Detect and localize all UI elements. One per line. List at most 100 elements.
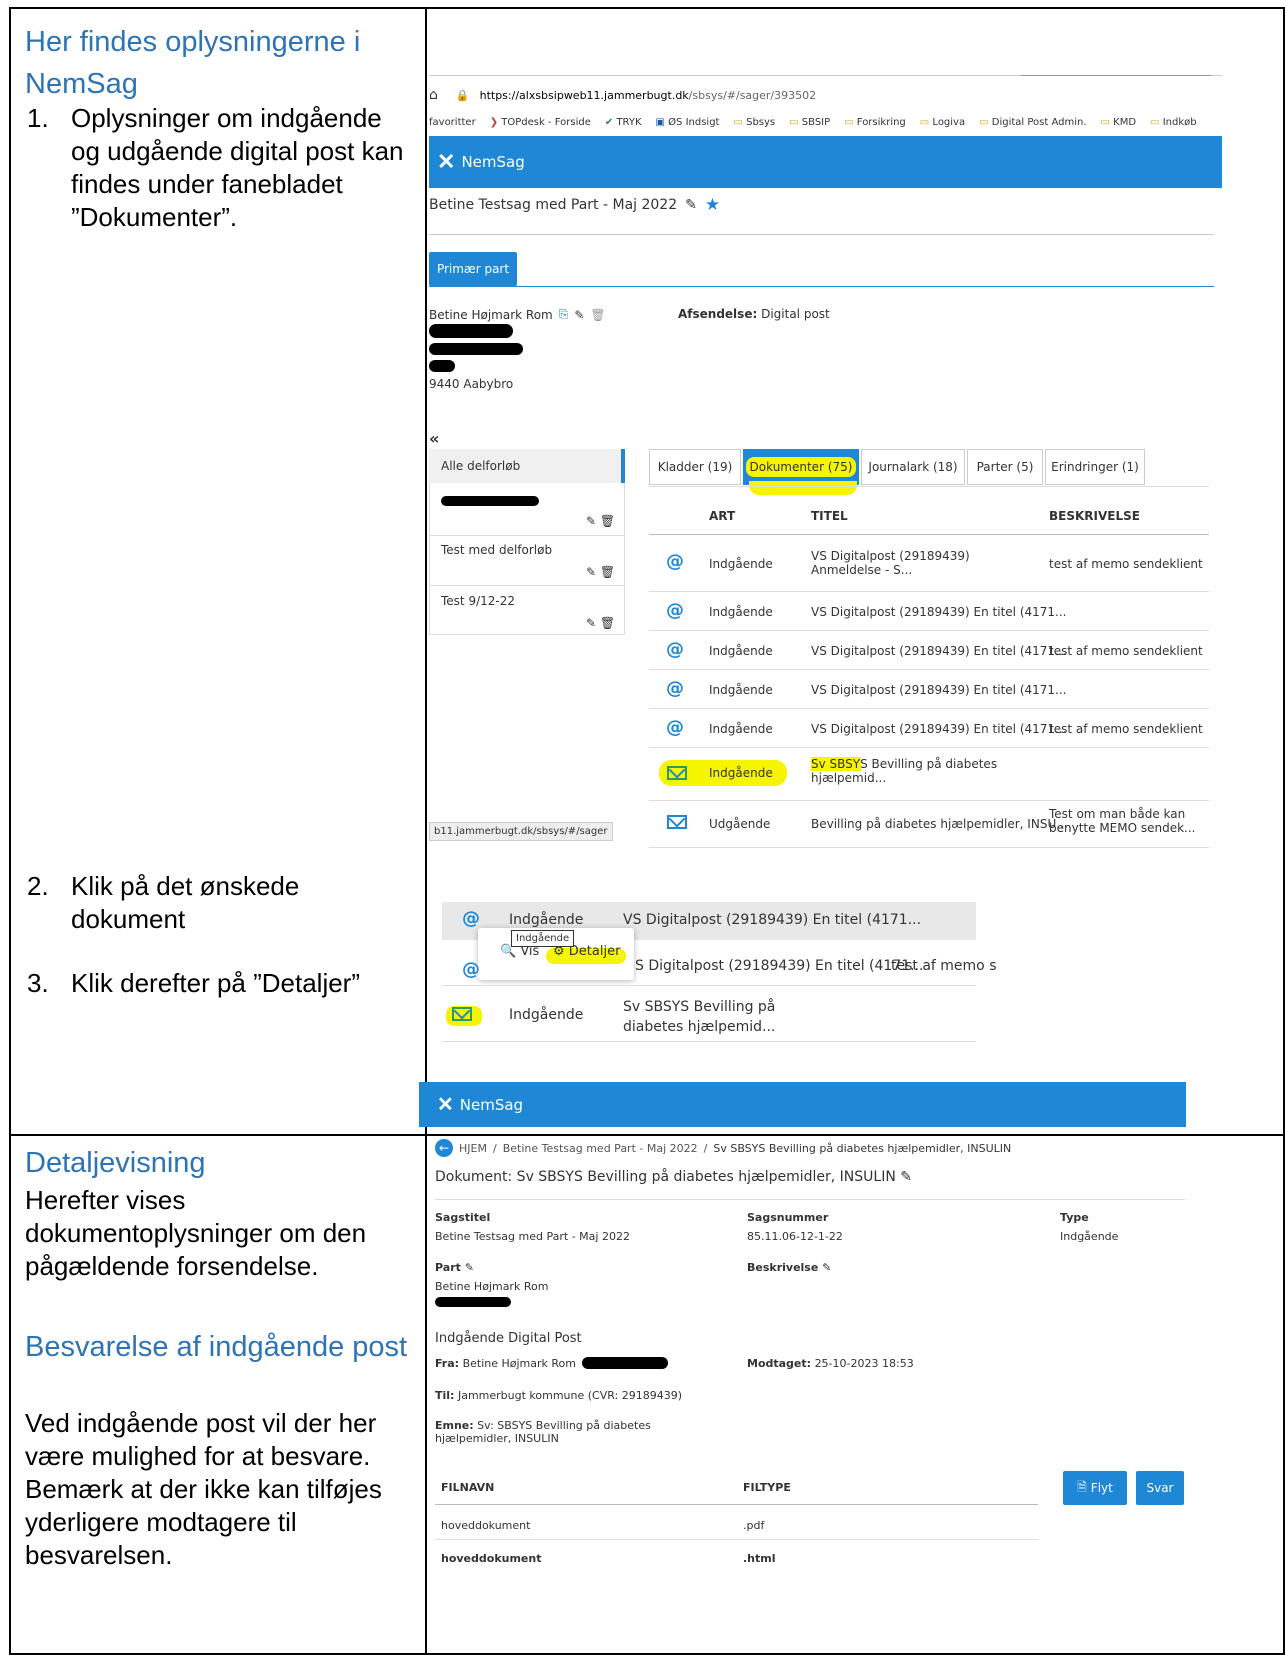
back-icon[interactable]: ← xyxy=(435,1139,453,1157)
table-row[interactable]: @ Indgående VS Digitalpost (29189439) En… xyxy=(649,709,1209,747)
tab-journalark[interactable]: Journalark (18) xyxy=(861,449,965,485)
received-row: Modtaget: 25-10-2023 18:53 xyxy=(747,1357,914,1370)
field-label: Sagstitel xyxy=(435,1211,491,1224)
row-title: Sv SBSYS Bevilling på diabetes hjælpemid… xyxy=(811,757,998,785)
nemsag-logo-icon: ✕ xyxy=(437,1094,454,1116)
row-art: Udgående xyxy=(709,817,771,831)
row-title: VS Digitalpost (29189439) En titel (4171… xyxy=(811,605,1067,619)
section-heading-reply: Besvarelse af indgående post xyxy=(25,1331,408,1363)
row-art: Indgående xyxy=(709,766,773,780)
post-heading: Indgående Digital Post xyxy=(435,1331,582,1346)
table-row[interactable]: Indgående Sv SBSYS Bevilling på diabetes… xyxy=(649,748,1209,800)
section-heading-detail: Detaljevisning xyxy=(25,1147,206,1179)
subflow-actions[interactable]: ✎ 🗑 xyxy=(586,616,615,630)
subject-row: Emne: Sv: SBSYS Bevilling på diabetes hj… xyxy=(435,1419,651,1445)
tab-bar: Kladder (19) Dokumenter (75) Journalark … xyxy=(649,449,1209,485)
favorite-item[interactable]: ▭ Logiva xyxy=(920,117,965,128)
trash-icon[interactable]: 🗑 xyxy=(590,308,605,322)
favorite-item[interactable]: ▭ Digital Post Admin. xyxy=(979,117,1086,128)
row-divider xyxy=(11,1134,1283,1136)
pencil-icon[interactable]: ✎ xyxy=(574,308,584,322)
subflow-item[interactable]: Alle delforløb xyxy=(429,449,625,483)
field-label: Sagsnummer xyxy=(747,1211,829,1224)
section-text: Herefter vises dokumentoplysninger om de… xyxy=(25,1185,367,1281)
column-divider xyxy=(425,9,427,1653)
favorite-item[interactable]: ▭ SBSIP xyxy=(789,117,830,128)
dispatch-value: Digital post xyxy=(761,307,830,321)
favorite-item[interactable]: ❯ TOPdesk - Forside xyxy=(490,117,591,128)
tab-erindringer[interactable]: Erindringer (1) xyxy=(1045,449,1145,485)
star-icon[interactable]: ★ xyxy=(705,195,720,215)
favorite-item[interactable]: ▭ Indkøb xyxy=(1150,117,1197,128)
move-button[interactable]: 🗎 Flyt xyxy=(1063,1471,1127,1505)
home-icon[interactable]: ⌂ xyxy=(429,87,438,103)
field-value: Betine Testsag med Part - Maj 2022 xyxy=(435,1230,630,1243)
tab-parter[interactable]: Parter (5) xyxy=(967,449,1043,485)
at-icon: @ xyxy=(666,717,684,738)
subflow-item[interactable]: Test med delforløb xyxy=(441,543,552,557)
section-heading-nemsag: Her findes oplysningerne i NemSag xyxy=(25,26,361,100)
table-row[interactable]: Udgående Bevilling på diabetes hjælpemid… xyxy=(649,801,1209,847)
field-value: 85.11.06-12-1-22 xyxy=(747,1230,843,1243)
table-row[interactable]: @ Indgående VS Digitalpost (29189439) En… xyxy=(649,670,1209,708)
table-row[interactable]: @ Indgående VS Digitalpost (29189439) En… xyxy=(649,592,1209,630)
column-header-art[interactable]: ART xyxy=(709,509,735,523)
file-name[interactable]: hoveddokument xyxy=(441,1552,541,1565)
collapse-icon[interactable]: « xyxy=(429,429,439,448)
tab-dokumenter[interactable]: Dokumenter (75) xyxy=(743,449,859,485)
breadcrumb: ← HJEM / Betine Testsag med Part - Maj 20… xyxy=(435,1139,1011,1157)
column-header-titel[interactable]: TITEL xyxy=(811,509,848,523)
column-header-filtype[interactable]: FILTYPE xyxy=(743,1481,791,1494)
url-path: /sbsys/#/sager/393502 xyxy=(688,88,817,102)
row-title: Sv SBSYS Bevilling på diabetes hjælpemid… xyxy=(623,999,776,1035)
app-name: NemSag xyxy=(459,1095,524,1114)
subflow-actions[interactable]: ✎ 🗑 xyxy=(586,565,615,579)
field-label: Part ✎ xyxy=(435,1261,474,1274)
pencil-icon[interactable]: ✎ xyxy=(685,197,697,213)
address-bar[interactable]: ⌂ 🔒 https://alxsbsipweb11.jammerbugt.dk … xyxy=(429,85,1222,105)
favorite-item[interactable]: ▭ Sbsys xyxy=(733,117,775,128)
crumb-home[interactable]: HJEM xyxy=(459,1142,487,1155)
favorite-item[interactable]: ▭ Forsikring xyxy=(844,117,906,128)
crumb-case[interactable]: Betine Testsag med Part - Maj 2022 xyxy=(503,1142,698,1155)
address-city: 9440 Aabybro xyxy=(429,377,514,391)
pencil-icon[interactable]: ✎ xyxy=(822,1261,831,1274)
preview-icon[interactable]: ⎘ xyxy=(559,307,569,322)
subflow-actions[interactable]: ✎ 🗑 xyxy=(586,514,615,528)
table-row[interactable]: @ Indgående VS Digitalpost (29189439) An… xyxy=(649,535,1209,590)
app-name: NemSag xyxy=(461,153,525,171)
row-desc: test af memo sendeklient xyxy=(1049,722,1203,736)
primary-part-button[interactable]: Primær part xyxy=(429,252,517,286)
favorite-item[interactable]: ▣ ØS Indsigt xyxy=(656,117,720,128)
at-icon: @ xyxy=(666,600,684,621)
favorite-item[interactable]: ▭ KMD xyxy=(1101,117,1137,128)
at-icon: @ xyxy=(666,551,684,572)
mail-icon xyxy=(667,766,687,780)
pencil-icon[interactable]: ✎ xyxy=(900,1169,912,1185)
row-art: Indgående xyxy=(709,605,773,619)
at-icon: @ xyxy=(666,678,684,699)
mail-icon xyxy=(452,1007,472,1021)
case-title: Betine Testsag med Part - Maj 2022 xyxy=(429,197,678,213)
tab-kladder[interactable]: Kladder (19) xyxy=(649,449,741,485)
table-row[interactable]: @ Indgående VS Digitalpost (29189439) En… xyxy=(649,631,1209,669)
favorite-item[interactable]: ✔ TRYK xyxy=(605,117,642,128)
party-row: Betine Højmark Rom ⎘ ✎ 🗑 xyxy=(429,307,606,322)
doc-title-row: Dokument: Sv SBSYS Bevilling på diabetes… xyxy=(435,1169,912,1185)
to-row: Til: Jammerbugt kommune (CVR: 29189439) xyxy=(435,1389,683,1402)
column-header-filnavn[interactable]: FILNAVN xyxy=(441,1481,494,1494)
doc-title: Dokument: Sv SBSYS Bevilling på diabetes… xyxy=(435,1169,896,1185)
field-label: Beskrivelse ✎ xyxy=(747,1261,832,1274)
redaction xyxy=(429,360,455,372)
field-label: Type xyxy=(1060,1211,1089,1224)
at-icon: @ xyxy=(462,959,480,980)
document-table: Her findes oplysningerne i NemSag 1. Opl… xyxy=(9,7,1285,1655)
step-text: Klik på det ønskede dokument xyxy=(71,871,300,934)
pencil-icon[interactable]: ✎ xyxy=(465,1261,474,1274)
reply-button[interactable]: Svar xyxy=(1136,1471,1184,1505)
subflow-item[interactable]: Test 9/12-22 xyxy=(441,594,515,608)
file-name[interactable]: hoveddokument xyxy=(441,1519,530,1532)
row-desc: test af memo sendeklient xyxy=(1049,644,1203,658)
column-header-beskrivelse[interactable]: BESKRIVELSE xyxy=(1049,509,1140,523)
step-number: 1. xyxy=(27,103,49,133)
